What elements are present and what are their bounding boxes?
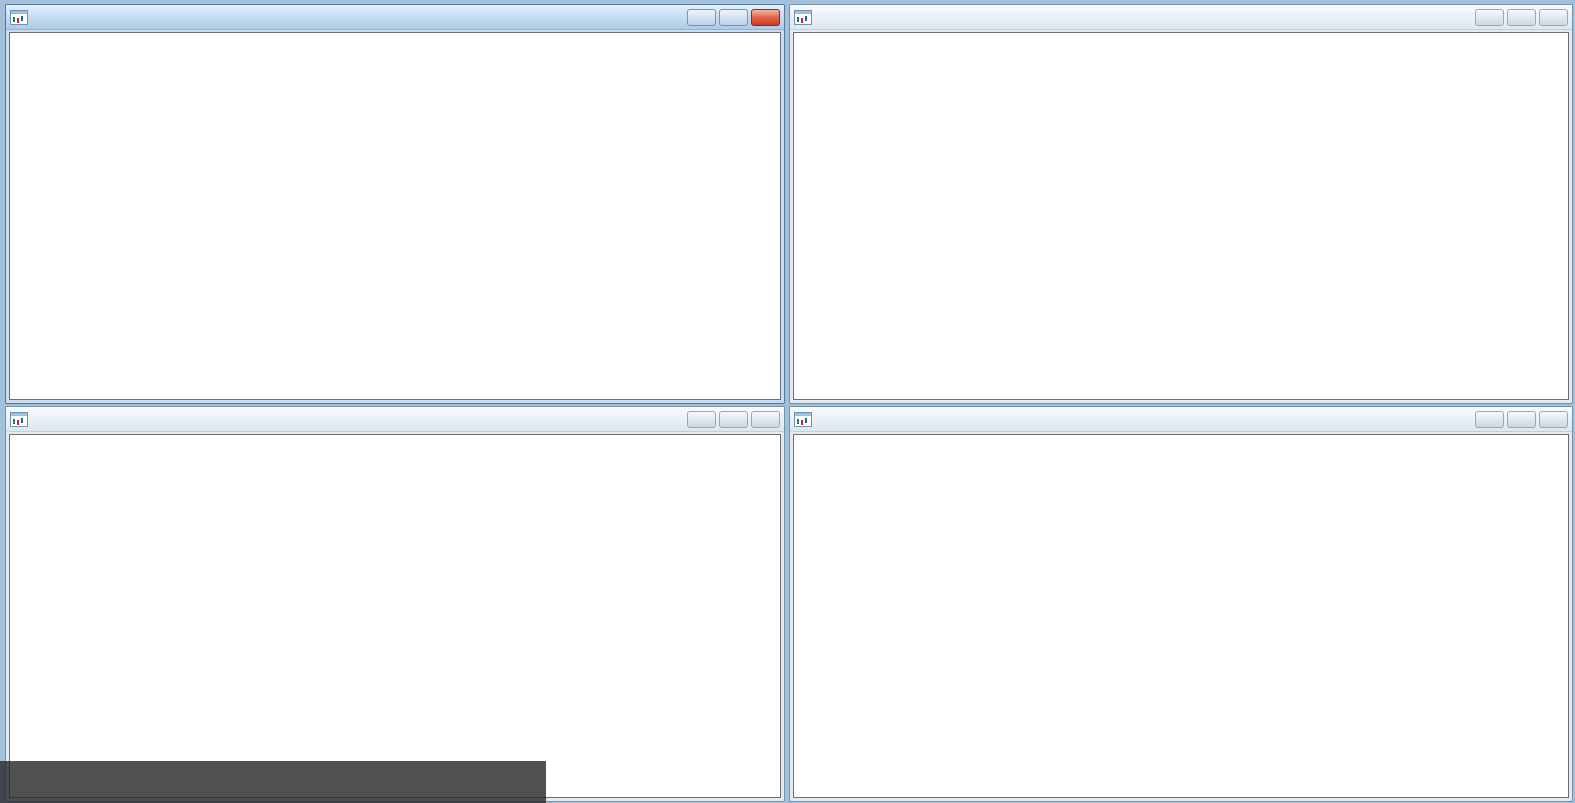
minimize-button[interactable]	[687, 410, 716, 428]
minimize-button[interactable]	[687, 8, 716, 26]
chart-area[interactable]	[9, 434, 781, 798]
close-button[interactable]	[1539, 410, 1568, 428]
chart-window-btcusd	[5, 4, 785, 404]
chart-window-ethusd	[5, 406, 785, 802]
chart-window-icon	[10, 411, 28, 427]
close-button[interactable]	[751, 410, 780, 428]
chart-area[interactable]	[9, 32, 781, 400]
price-chart-canvas-ethusd[interactable]	[10, 435, 310, 585]
restore-button[interactable]	[1507, 410, 1536, 428]
ohlc-info	[15, 437, 19, 449]
window-titlebar[interactable]	[6, 5, 784, 30]
price-chart-canvas-solusd[interactable]	[794, 435, 1094, 585]
chart-window-icon	[794, 9, 812, 25]
minimize-button[interactable]	[1475, 410, 1504, 428]
ohlc-info	[799, 35, 803, 47]
ohlc-info	[799, 437, 803, 449]
window-titlebar[interactable]	[6, 407, 784, 432]
window-titlebar[interactable]	[790, 5, 1572, 30]
chart-window-icon	[10, 9, 28, 25]
instaforex-logo	[0, 761, 546, 803]
close-button[interactable]	[1539, 8, 1568, 26]
chart-window-solusd	[789, 406, 1573, 802]
restore-button[interactable]	[719, 8, 748, 26]
minimize-button[interactable]	[1475, 8, 1504, 26]
chart-window-xrpusd	[789, 4, 1573, 404]
mdi-workspace	[0, 0, 1575, 803]
chart-area[interactable]	[793, 32, 1569, 400]
price-chart-canvas-xrpusd[interactable]	[794, 33, 1094, 183]
ohlc-info	[15, 35, 19, 47]
restore-button[interactable]	[1507, 8, 1536, 26]
price-chart-canvas-btcusd[interactable]	[10, 33, 310, 183]
chart-window-icon	[794, 411, 812, 427]
window-titlebar[interactable]	[790, 407, 1572, 432]
chart-area[interactable]	[793, 434, 1569, 798]
close-button[interactable]	[751, 8, 780, 26]
restore-button[interactable]	[719, 410, 748, 428]
